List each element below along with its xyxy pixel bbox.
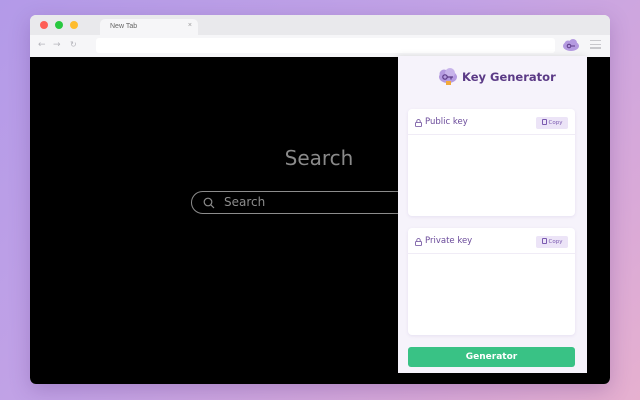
tab-new-tab[interactable]: New Tab × (100, 19, 198, 35)
tab-title: New Tab (110, 23, 138, 30)
maximize-window-button[interactable] (55, 21, 63, 29)
popup-header: Key Generator (398, 66, 587, 90)
public-key-card: Public key Copy (408, 109, 575, 216)
lock-icon (415, 119, 422, 127)
popup-title: Key Generator (462, 70, 556, 84)
menu-icon[interactable] (590, 40, 601, 50)
tab-close-icon[interactable]: × (188, 22, 192, 29)
extension-cloud-key-icon[interactable] (562, 38, 580, 52)
private-key-label: Private key (425, 236, 473, 246)
search-icon (203, 197, 215, 209)
copy-icon (541, 119, 547, 125)
generate-button[interactable]: Generator (408, 347, 575, 367)
private-key-card: Private key Copy (408, 228, 575, 335)
minimize-window-button[interactable] (70, 21, 78, 29)
reload-icon[interactable]: ↻ (70, 39, 77, 51)
copy-private-key-button[interactable]: Copy (536, 236, 568, 248)
address-bar[interactable] (96, 38, 555, 53)
search-placeholder: Search (224, 195, 266, 209)
public-key-field[interactable] (414, 139, 569, 209)
browser-toolbar: ← → ↻ (30, 35, 610, 57)
title-bar: New Tab × (30, 15, 610, 35)
lock-icon (415, 238, 422, 246)
back-arrow-icon[interactable]: ← (38, 39, 46, 51)
close-window-button[interactable] (40, 21, 48, 29)
key-generator-popup: Key Generator Public key Copy Private ke… (398, 56, 587, 373)
copy-label: Copy (548, 239, 563, 245)
private-key-field[interactable] (414, 258, 569, 328)
copy-public-key-button[interactable]: Copy (536, 117, 568, 129)
public-key-label: Public key (425, 117, 468, 127)
public-key-header: Public key Copy (408, 109, 575, 135)
copy-icon (541, 238, 547, 244)
copy-label: Copy (548, 120, 563, 126)
forward-arrow-icon[interactable]: → (53, 39, 61, 51)
private-key-header: Private key Copy (408, 228, 575, 254)
browser-window: New Tab × ← → ↻ Search Search Key Genera… (30, 15, 610, 384)
cloud-key-logo-icon (439, 68, 457, 85)
